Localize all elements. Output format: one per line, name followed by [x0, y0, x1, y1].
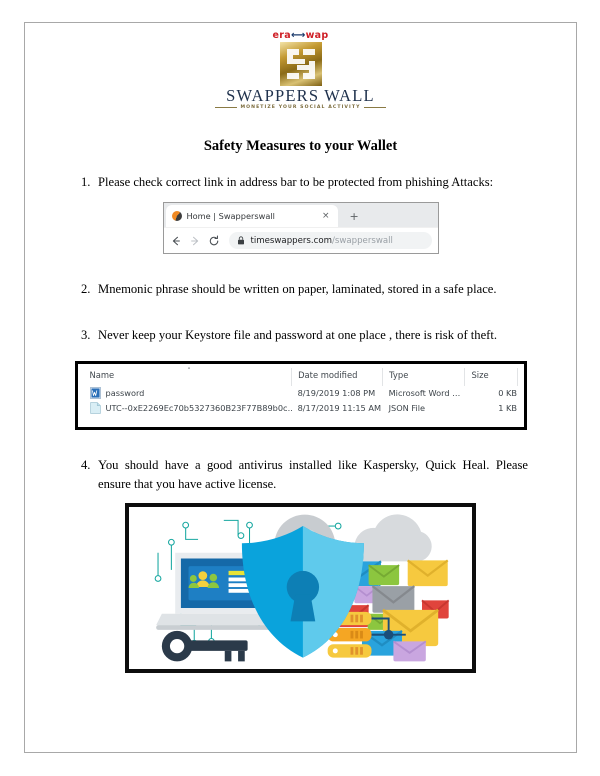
era2swap-part1: era: [272, 30, 291, 42]
brand-name: SWAPPERS WALL: [226, 86, 375, 105]
favicon-icon: [171, 211, 182, 222]
forward-arrow-icon[interactable]: [189, 235, 201, 247]
file-date-cell: 8/19/2019 1:08 PM: [297, 388, 376, 399]
padlock-icon: [237, 236, 244, 245]
file-list-table: ˄ Name Date modified Type Size password …: [83, 366, 518, 416]
word-document-icon: [89, 387, 101, 400]
list-item-number: 3.: [81, 327, 91, 342]
new-tab-button[interactable]: +: [350, 210, 359, 223]
list-item: 1. Please check correct link in address …: [81, 173, 528, 192]
file-type-cell: Microsoft Word D...: [388, 388, 465, 399]
brand-logo: era ⟷ wap SWAPPERS WALL MONETIZE YOUR SOCI…: [25, 23, 576, 110]
list-item-number: 4.: [81, 457, 91, 472]
swap-arrows-icon: ⟷: [290, 30, 306, 41]
list-item-number: 2.: [81, 282, 91, 297]
browser-tab[interactable]: Home | Swapperswall ×: [165, 205, 338, 228]
column-header-type[interactable]: Type: [382, 367, 466, 386]
table-row[interactable]: password 8/19/2019 1:08 PM Microsoft Wor…: [84, 386, 517, 401]
browser-address-bar-screenshot: Home | Swapperswall × + timeswappers.com…: [162, 202, 439, 255]
list-item-text: You should have a good antivirus install…: [98, 457, 528, 491]
table-header-row: ˄ Name Date modified Type Size: [83, 366, 518, 386]
file-name-cell: UTC--0xE2269Ec70b5327360B23F77B89b0c...: [84, 401, 292, 416]
list-item-number: 1.: [81, 175, 91, 190]
url-domain: timeswappers.com: [250, 235, 332, 246]
tagline-rule-left: [215, 107, 238, 109]
column-header-size[interactable]: Size: [464, 367, 518, 386]
cyber-security-illustration: [125, 503, 476, 674]
file-name-cell: password: [84, 386, 292, 401]
column-header-name[interactable]: ˄ Name: [83, 366, 293, 386]
file-name-text: password: [105, 388, 145, 399]
swappers-wall-emblem-icon: [279, 42, 322, 86]
browser-tab-title: Home | Swapperswall: [186, 211, 275, 222]
json-file-icon: [89, 402, 101, 414]
file-type-cell: JSON File: [388, 403, 426, 414]
url-path: /swapperswall: [331, 235, 393, 246]
table-row[interactable]: UTC--0xE2269Ec70b5327360B23F77B89b0c... …: [84, 401, 517, 416]
era2swap-part2: wap: [305, 30, 329, 42]
file-date-cell: 8/17/2019 11:15 AM: [297, 403, 382, 414]
brand-tagline: MONETIZE YOUR SOCIAL ACTIVITY: [240, 105, 361, 111]
document-page: era ⟷ wap SWAPPERS WALL MONETIZE YOUR SOCI…: [24, 22, 577, 753]
address-bar[interactable]: timeswappers.com/swapperswall: [228, 232, 432, 250]
list-item: 4. You should have a good antivirus inst…: [81, 456, 528, 494]
back-arrow-icon[interactable]: [170, 235, 182, 247]
list-item-text: Never keep your Keystore file and passwo…: [98, 327, 498, 342]
tagline-rule-right: [363, 107, 386, 109]
file-size-cell: 1 KB: [498, 403, 517, 414]
security-shield-graphic: [133, 507, 468, 670]
page-title: Safety Measures to your Wallet: [203, 138, 398, 155]
list-item-text: Please check correct link in address bar…: [98, 175, 494, 190]
browser-toolbar: timeswappers.com/swapperswall: [163, 227, 438, 254]
brand-tagline-row: MONETIZE YOUR SOCIAL ACTIVITY: [215, 105, 386, 111]
file-name-text: UTC--0xE2269Ec70b5327360B23F77B89b0c...: [105, 403, 292, 414]
file-explorer-screenshot: ˄ Name Date modified Type Size password …: [74, 360, 527, 430]
list-item: 3. Never keep your Keystore file and pas…: [81, 326, 528, 345]
sort-ascending-icon: ˄: [187, 366, 191, 375]
file-size-cell: 0 KB: [498, 388, 517, 399]
browser-tab-strip: Home | Swapperswall × +: [163, 203, 438, 228]
reload-icon[interactable]: [208, 235, 220, 247]
column-header-date-modified[interactable]: Date modified: [291, 367, 384, 386]
list-item-text: Mnemonic phrase should be written on pap…: [98, 282, 497, 297]
close-tab-icon[interactable]: ×: [322, 211, 332, 221]
list-item: 2. Mnemonic phrase should be written on …: [81, 280, 528, 299]
era2swap-wordmark: era ⟷ wap: [273, 31, 329, 41]
url-text: timeswappers.com/swapperswall: [251, 236, 393, 246]
